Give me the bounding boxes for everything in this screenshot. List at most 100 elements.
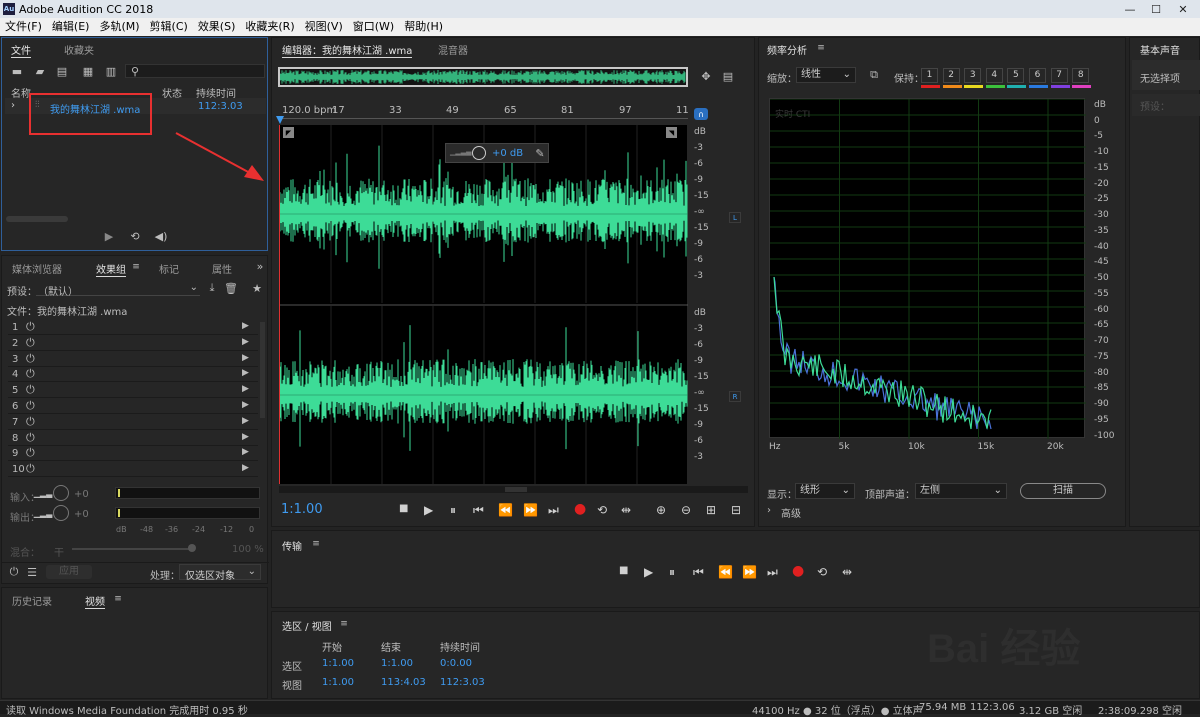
skip-to-end-icon[interactable]: ⏭ [548, 503, 559, 518]
menu-edit[interactable]: 编辑(E) [47, 18, 95, 36]
effect-slot[interactable]: 4 ⏻ ▶ [8, 367, 258, 383]
hold-button[interactable]: 1 [921, 68, 940, 88]
autoplay-icon[interactable]: ◀) [152, 230, 170, 243]
minimize-button[interactable]: — [1117, 0, 1143, 18]
preset-dropdown[interactable]: （默认） ⌄ [36, 280, 200, 298]
skip-selection-icon[interactable]: ⇹ [621, 503, 631, 517]
close-button[interactable]: ✕ [1170, 0, 1196, 18]
slot-menu-arrow-icon[interactable]: ▶ [242, 384, 249, 394]
menu-file[interactable]: 文件(F) [0, 18, 47, 36]
effect-slot[interactable]: 2 ⏻ ▶ [8, 336, 258, 351]
slot-power-icon[interactable]: ⏻ [26, 462, 35, 476]
slot-power-icon[interactable]: ⏻ [26, 431, 35, 445]
input-gain-knob[interactable] [53, 485, 69, 501]
slot-menu-arrow-icon[interactable]: ▶ [242, 432, 249, 442]
process-dropdown[interactable]: 仅选区对象 ⌄ [179, 564, 261, 582]
zoom-out-time-icon[interactable]: ⊟ [731, 503, 741, 517]
search-input[interactable]: ⚲ [125, 64, 265, 78]
power-icon[interactable]: ⏻ [7, 565, 21, 579]
rewind-icon[interactable]: ⏪ [498, 503, 513, 517]
tab-media-browser[interactable]: 媒体浏览器 [12, 261, 62, 276]
record-icon[interactable]: ● [574, 501, 586, 517]
pause-icon[interactable]: ⏸ [450, 503, 456, 518]
slot-menu-arrow-icon[interactable]: ▶ [242, 463, 249, 473]
rewind-icon[interactable]: ⏪ [718, 565, 733, 579]
output-gain-knob[interactable] [53, 505, 69, 521]
record-icon[interactable]: ● [792, 563, 804, 579]
spectrum-graph[interactable]: 实时 CTI [769, 98, 1086, 439]
top-channel-dropdown[interactable]: 左侧 ⌄ [915, 483, 1007, 499]
tab-effects-rack[interactable]: 效果组 [96, 261, 126, 277]
expand-chevron-icon[interactable]: › [767, 505, 771, 516]
effect-slot[interactable]: 6 ⏻ ▶ [8, 399, 258, 414]
slot-power-icon[interactable]: ⏻ [26, 367, 35, 381]
slot-power-icon[interactable]: ⏻ [26, 320, 35, 334]
snap-icon[interactable]: ∩ [694, 108, 708, 120]
channel-r-toggle[interactable]: R [729, 391, 741, 402]
waveform-display[interactable]: ◤ ◥ ▁▂▃▄ +0 dB ✎ [279, 125, 688, 484]
new-file-icon[interactable]: ▤ [54, 65, 70, 78]
tab-history[interactable]: 历史记录 [12, 593, 52, 608]
fast-forward-icon[interactable]: ⏩ [523, 503, 538, 517]
waveform-overview[interactable] [278, 67, 688, 87]
tab-editor[interactable]: 编辑器：我的舞林江湖 .wma [282, 42, 413, 58]
favorite-star-icon[interactable]: ★ [250, 281, 264, 295]
effect-slot[interactable]: 8 ⏻ ▶ [8, 431, 258, 446]
tab-favorites[interactable]: 收藏夹 [64, 42, 94, 57]
menu-help[interactable]: 帮助(H) [399, 18, 448, 36]
slot-power-icon[interactable]: ⏻ [26, 352, 35, 366]
slot-menu-arrow-icon[interactable]: ▶ [242, 353, 249, 363]
slot-menu-arrow-icon[interactable]: ▶ [242, 368, 249, 378]
stop-icon[interactable]: ■ [619, 565, 628, 576]
current-time[interactable]: 1:1.00 [281, 502, 323, 517]
panel-menu-icon[interactable]: ≡ [338, 618, 350, 629]
zoom-in-amplitude-icon[interactable]: ⊕ [656, 503, 666, 517]
effect-slot[interactable]: 1 ⏻ ▶ [8, 320, 258, 335]
list-view-icon[interactable]: ☰ [25, 565, 39, 579]
slot-menu-arrow-icon[interactable]: ▶ [242, 447, 249, 457]
maximize-button[interactable]: ☐ [1143, 0, 1169, 18]
timeline-ruler[interactable]: 120.0 bpm 17 33 49 65 81 97 11 [278, 105, 689, 119]
pause-icon[interactable]: ⏸ [669, 565, 675, 580]
import-icon[interactable]: ▰ [32, 65, 48, 78]
copy-graph-icon[interactable]: ⧉ [867, 68, 881, 82]
view-end[interactable]: 113:4.03 [381, 677, 426, 688]
slot-power-icon[interactable]: ⏻ [26, 336, 35, 350]
loop-preview-icon[interactable]: ⟲ [128, 230, 142, 243]
mix-slider[interactable] [72, 544, 196, 552]
effect-slot[interactable]: 5 ⏻ ▶ [8, 383, 258, 399]
panel-menu-icon[interactable]: ≡ [112, 593, 124, 604]
hold-button[interactable]: 4 [985, 68, 1005, 88]
hold-button[interactable]: 2 [942, 68, 962, 88]
hold-button[interactable]: 3 [964, 68, 984, 88]
open-folder-icon[interactable]: ▬ [10, 65, 24, 78]
zoom-out-amplitude-icon[interactable]: ⊖ [681, 503, 691, 517]
zoom-dropdown[interactable]: 线性 ⌄ [796, 67, 856, 83]
menu-clip[interactable]: 剪辑(C) [145, 18, 193, 36]
hold-button[interactable]: 7 [1050, 68, 1070, 88]
menu-favorites[interactable]: 收藏夹(R) [240, 18, 299, 36]
tab-properties[interactable]: 属性 [212, 261, 232, 276]
selection-end[interactable]: 1:1.00 [381, 658, 413, 669]
slot-menu-arrow-icon[interactable]: ▶ [242, 321, 249, 331]
tab-mixer[interactable]: 混音器 [438, 42, 468, 57]
fade-out-handle-icon[interactable]: ◥ [666, 127, 677, 138]
horizontal-scrollbar[interactable] [6, 216, 68, 222]
effect-slot[interactable]: 3 ⏻ ▶ [8, 352, 258, 367]
play-icon[interactable]: ▶ [424, 503, 433, 517]
slot-menu-arrow-icon[interactable]: ▶ [242, 416, 249, 426]
hold-button[interactable]: 5 [1007, 68, 1027, 88]
loop-icon[interactable]: ⟲ [817, 565, 827, 579]
slot-power-icon[interactable]: ⏻ [26, 446, 35, 460]
fade-in-handle-icon[interactable]: ◤ [283, 127, 294, 138]
playhead-marker[interactable] [276, 116, 284, 124]
hold-button[interactable]: 8 [1072, 68, 1092, 88]
menu-window[interactable]: 窗口(W) [348, 18, 399, 36]
slot-menu-arrow-icon[interactable]: ▶ [242, 400, 249, 410]
menu-multitrack[interactable]: 多轨(M) [94, 18, 144, 36]
advanced-label[interactable]: 高级 [781, 505, 801, 520]
menu-effects[interactable]: 效果(S) [193, 18, 241, 36]
selection-duration[interactable]: 0:0.00 [440, 658, 472, 669]
zoom-in-time-icon[interactable]: ⊞ [706, 503, 716, 517]
more-tabs-icon[interactable]: » [254, 260, 266, 273]
